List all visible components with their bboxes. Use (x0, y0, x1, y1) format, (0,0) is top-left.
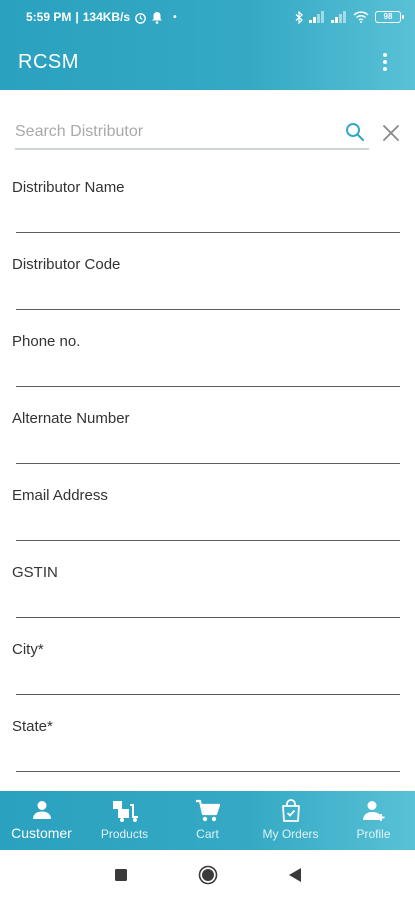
alarm-icon (135, 12, 146, 24)
field-label: State* (12, 718, 53, 735)
nav-cart[interactable]: Cart (166, 791, 249, 850)
recents-icon[interactable] (114, 868, 128, 882)
bottom-nav: Customer Products Cart My Orders Profile (0, 791, 415, 850)
field-label: Email Address (12, 487, 108, 504)
state-field[interactable]: State* (0, 699, 415, 776)
wifi-icon (353, 11, 369, 23)
close-icon[interactable] (382, 124, 400, 142)
search-bar (15, 116, 369, 150)
alternate-number-field[interactable]: Alternate Number (0, 391, 415, 468)
field-label: GSTIN (12, 564, 58, 581)
network-speed: 134KB/s (82, 10, 131, 24)
field-label: Distributor Code (12, 256, 121, 273)
field-underline (16, 386, 400, 387)
field-underline (16, 617, 400, 618)
nav-label: My Orders (262, 827, 319, 841)
city-field[interactable]: City* (0, 622, 415, 699)
field-label: Phone no. (12, 333, 81, 350)
email-field[interactable]: Email Address (0, 468, 415, 545)
nav-products[interactable]: Products (83, 791, 166, 850)
products-icon (112, 801, 138, 822)
gstin-field[interactable]: GSTIN (0, 545, 415, 622)
nav-profile[interactable]: Profile (332, 791, 415, 850)
status-bar: 5:59 PM | 134KB/s • 98 (0, 0, 415, 34)
field-underline (16, 232, 400, 233)
field-label: Alternate Number (12, 410, 130, 427)
nav-customer[interactable]: Customer (0, 791, 83, 850)
battery-icon: 98 (375, 11, 404, 23)
search-input[interactable] (15, 116, 335, 148)
orders-bag-icon (281, 799, 300, 822)
signal-icon (309, 11, 324, 23)
field-underline (16, 463, 400, 464)
notification-icon (152, 11, 163, 24)
field-label: Distributor Name (12, 179, 125, 196)
overflow-menu-icon[interactable] (373, 50, 397, 74)
nav-label: Products (100, 827, 149, 841)
app-bar: RCSM (0, 34, 415, 90)
field-underline (16, 540, 400, 541)
bluetooth-icon (295, 10, 303, 24)
dot-icon: • (173, 11, 177, 23)
signal-icon (331, 11, 346, 23)
system-nav-bar (0, 850, 415, 900)
field-underline (16, 309, 400, 310)
nav-label: Profile (356, 827, 391, 841)
status-time: 5:59 PM (26, 10, 72, 24)
field-label: City* (12, 641, 44, 658)
field-underline (16, 694, 400, 695)
home-icon[interactable] (198, 865, 218, 885)
distributor-code-field[interactable]: Distributor Code (0, 237, 415, 314)
search-icon[interactable] (345, 122, 365, 142)
back-icon[interactable] (288, 867, 302, 883)
phone-field[interactable]: Phone no. (0, 314, 415, 391)
cart-icon (195, 799, 220, 822)
person-icon (32, 801, 51, 819)
nav-my-orders[interactable]: My Orders (249, 791, 332, 850)
nav-label: Cart (196, 827, 219, 841)
distributor-form: Distributor Name Distributor Code Phone … (0, 160, 415, 776)
distributor-name-field[interactable]: Distributor Name (0, 160, 415, 237)
nav-label: Customer (11, 825, 72, 841)
field-underline (16, 771, 400, 772)
person-add-icon (362, 801, 384, 821)
app-title: RCSM (18, 50, 79, 73)
